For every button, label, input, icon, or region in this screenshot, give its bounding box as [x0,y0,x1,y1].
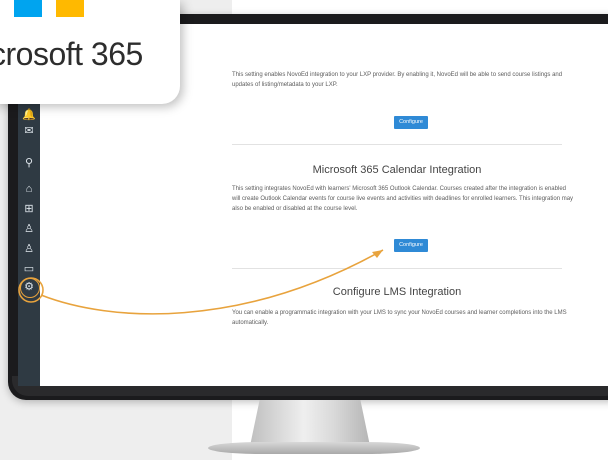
ms365-description: This setting integrates NovoEd with lear… [232,186,574,212]
settings-icon[interactable]: ⚙ [22,280,36,294]
logo-square-yellow [56,0,84,17]
lms-description: You can enable a programmatic integratio… [232,310,567,326]
home-icon[interactable]: ⌂ [22,182,36,196]
monitor-stand-neck [250,400,370,446]
user-list-icon[interactable]: ♙ [22,242,36,256]
lxp-description: This setting enables NovoEd integration … [232,72,563,88]
lms-section-title: Configure LMS Integration [332,286,462,298]
divider [232,268,562,269]
card-icon[interactable]: ▭ [22,262,36,276]
microsoft-365-wordmark: crosoft 365 [0,36,143,72]
logo-square-blue [14,0,42,17]
search-icon[interactable]: ⚲ [22,156,36,170]
plus-square-icon[interactable]: ⊞ [22,202,36,216]
monitor-stand-base [208,442,420,454]
ms365-section-title: Microsoft 365 Calendar Integration [312,164,482,176]
user-icon[interactable]: ♙ [22,222,36,236]
microsoft-365-badge: crosoft 365 [0,0,180,104]
divider [232,144,562,145]
mail-icon[interactable]: ✉ [22,124,36,138]
configure-ms365-button[interactable]: Configure [394,239,428,252]
bell-icon[interactable]: 🔔 [22,108,36,122]
configure-lxp-button[interactable]: Configure [394,116,428,129]
